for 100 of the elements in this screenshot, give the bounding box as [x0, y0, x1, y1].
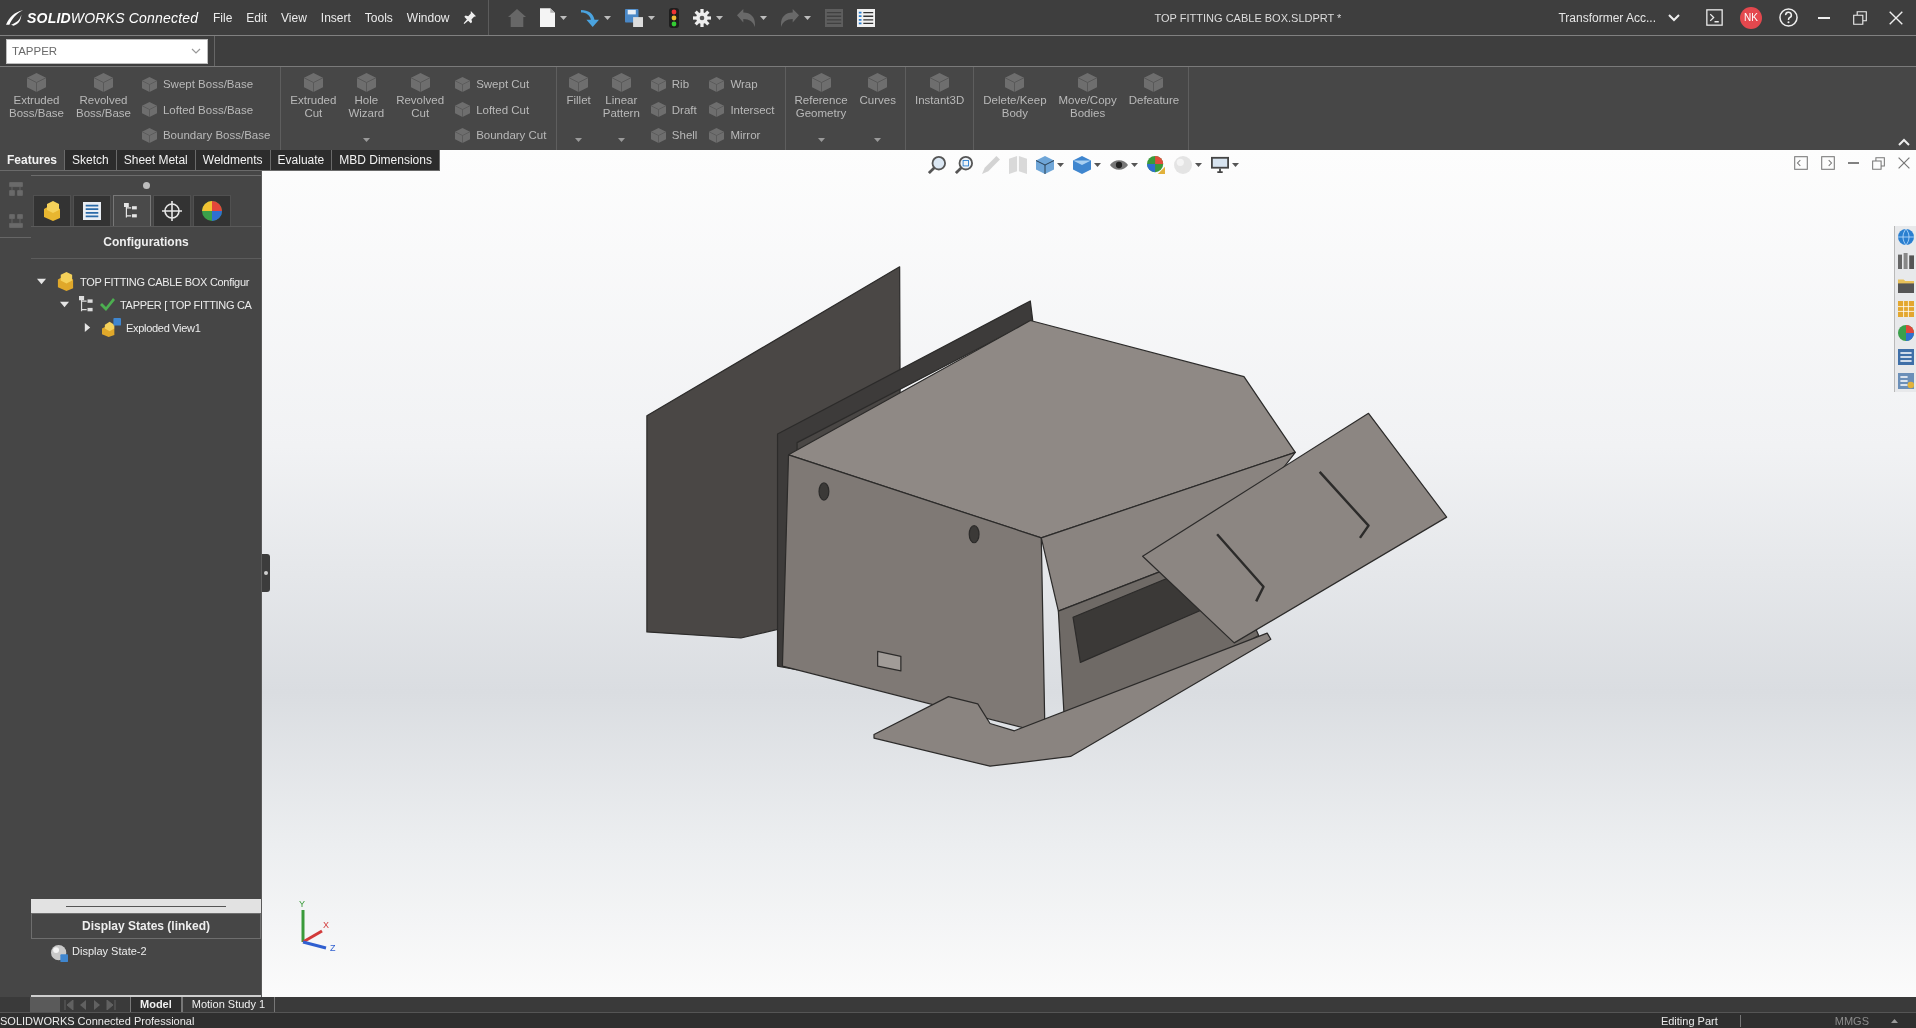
ribbon-button[interactable]: Move/Copy Bodies [1053, 71, 1122, 148]
chevron-up-icon [1898, 138, 1910, 146]
caret-up-icon[interactable] [1891, 1018, 1898, 1023]
menu-item[interactable]: Tools [357, 0, 400, 35]
ribbon-button[interactable]: Boundary Boss/Base [141, 124, 271, 146]
manager-tab[interactable] [33, 195, 71, 226]
ribbon-button[interactable]: Fillet [561, 71, 596, 148]
command-tab[interactable]: Weldments [195, 150, 271, 171]
monitor-icon [1211, 156, 1229, 174]
ribbon-button[interactable]: Curves [854, 71, 901, 148]
manager-tab[interactable] [193, 195, 231, 226]
first-icon [64, 999, 74, 1010]
view-tool-button[interactable] [953, 154, 975, 176]
ribbon-button[interactable]: Boundary Cut [455, 124, 547, 146]
ribbon-button[interactable]: Lofted Cut [455, 98, 547, 121]
display-state-item[interactable]: Display State-2 [72, 945, 147, 957]
menu-item[interactable]: File [206, 0, 240, 35]
panel-collapse-handle[interactable] [262, 554, 270, 592]
ribbon-button[interactable]: Intersect [709, 98, 775, 121]
command-tab[interactable]: Sketch [65, 150, 117, 171]
ribbon-button[interactable]: Rib [650, 73, 698, 95]
command-tab[interactable]: Evaluate [270, 150, 333, 171]
view-tool-button[interactable] [1209, 154, 1241, 176]
task-pane-tab[interactable] [1897, 229, 1914, 245]
ribbon-button[interactable]: Revolved Boss/Base [70, 71, 136, 148]
cube-icon [1073, 156, 1091, 174]
cube-icon [410, 73, 430, 92]
caret-icon [715, 15, 723, 20]
cube-icon [1144, 73, 1164, 92]
task-pane-tab[interactable] [1897, 253, 1914, 269]
caret-icon [874, 138, 882, 142]
configuration-dropdown[interactable]: TAPPER [6, 38, 208, 64]
units-label[interactable]: MMGS [1834, 1014, 1869, 1027]
terminal-icon [1705, 9, 1723, 26]
ribbon-button[interactable]: Delete/Keep Body [978, 71, 1052, 148]
cube-icon [650, 127, 666, 143]
close-button[interactable] [1898, 157, 1910, 169]
grid-icon [1897, 301, 1914, 317]
open-book-icon [1009, 156, 1027, 174]
user-avatar[interactable]: NK [1740, 6, 1762, 29]
restore-button[interactable] [1872, 156, 1885, 170]
account-menu[interactable]: Transformer Acc... [1558, 10, 1680, 25]
menu-item[interactable]: Window [399, 0, 457, 35]
exploded-part-icon [102, 318, 121, 337]
color-sphere-icon [1897, 325, 1914, 341]
splitter-bar[interactable] [31, 899, 261, 913]
tree-item-label[interactable]: TAPPER [ TOP FITTING CA [120, 298, 252, 311]
cube-icon [141, 102, 157, 117]
pin-icon[interactable] [462, 11, 476, 24]
collapse-ribbon-button[interactable] [1898, 138, 1910, 146]
command-tab[interactable]: Features [0, 150, 66, 171]
manager-tab[interactable] [153, 195, 191, 226]
ribbon-button[interactable]: Shell [650, 124, 698, 146]
caret-icon [1232, 163, 1239, 167]
ribbon-button[interactable]: Lofted Boss/Base [141, 98, 271, 121]
ribbon-button[interactable]: Extruded Boss/Base [4, 71, 69, 148]
ribbon-button[interactable]: Swept Boss/Base [141, 73, 271, 95]
ribbon-button[interactable]: Defeature [1123, 71, 1185, 148]
caret-icon [362, 138, 370, 142]
grip-dot-icon[interactable] [142, 182, 150, 189]
expand-caret-icon[interactable] [36, 277, 46, 286]
tree-item-label[interactable]: TOP FITTING CABLE BOX Configur [80, 275, 250, 288]
ribbon-button[interactable]: Linear Pattern [597, 71, 645, 148]
caret-icon [575, 138, 583, 142]
menu-item[interactable]: Edit [239, 0, 275, 35]
command-tab[interactable]: Sheet Metal [116, 150, 196, 171]
tile-right-button[interactable] [1821, 156, 1835, 170]
caret-icon [1057, 163, 1064, 167]
tile-left-button[interactable] [1794, 156, 1808, 170]
task-pane-tab[interactable] [1897, 373, 1914, 389]
minimize-icon [1848, 162, 1859, 164]
ribbon-button[interactable]: Revolved Cut [391, 71, 450, 148]
menu-item[interactable]: View [274, 0, 314, 35]
manager-tab[interactable] [113, 195, 151, 226]
ribbon-button[interactable]: Swept Cut [455, 73, 547, 95]
menu-item[interactable]: Insert [313, 0, 358, 35]
task-pane-tab[interactable] [1897, 277, 1914, 293]
view-tool-button[interactable] [1034, 154, 1066, 176]
scrollbar-thumb[interactable] [30, 997, 60, 1012]
bottom-tab[interactable]: Model [130, 997, 182, 1012]
expand-caret-icon[interactable] [59, 300, 69, 309]
manager-tab[interactable] [73, 195, 111, 226]
view-tool-button[interactable] [926, 154, 948, 176]
expand-caret-icon[interactable] [82, 323, 92, 332]
command-tab[interactable]: MBD Dimensions [332, 150, 440, 171]
bottom-tab[interactable]: Motion Study 1 [181, 997, 276, 1012]
task-pane-tab[interactable] [1897, 349, 1914, 365]
ribbon-button[interactable]: Extruded Cut [285, 71, 342, 148]
folder-icon [1897, 277, 1914, 293]
list-icon [1897, 373, 1914, 389]
magnifier-icon [955, 156, 973, 174]
tree-item-label[interactable]: Exploded View1 [126, 321, 201, 334]
ribbon-button[interactable]: Mirror [709, 124, 775, 146]
cube-icon [709, 76, 725, 92]
ribbon-button[interactable]: Reference Geometry [789, 71, 853, 148]
task-pane-tab[interactable] [1897, 325, 1914, 341]
ribbon-button[interactable]: Hole Wizard [343, 71, 390, 148]
ribbon-button[interactable]: Wrap [709, 73, 775, 95]
ribbon-button[interactable]: Draft [650, 98, 698, 121]
ribbon-button[interactable]: Instant3D [910, 71, 970, 148]
